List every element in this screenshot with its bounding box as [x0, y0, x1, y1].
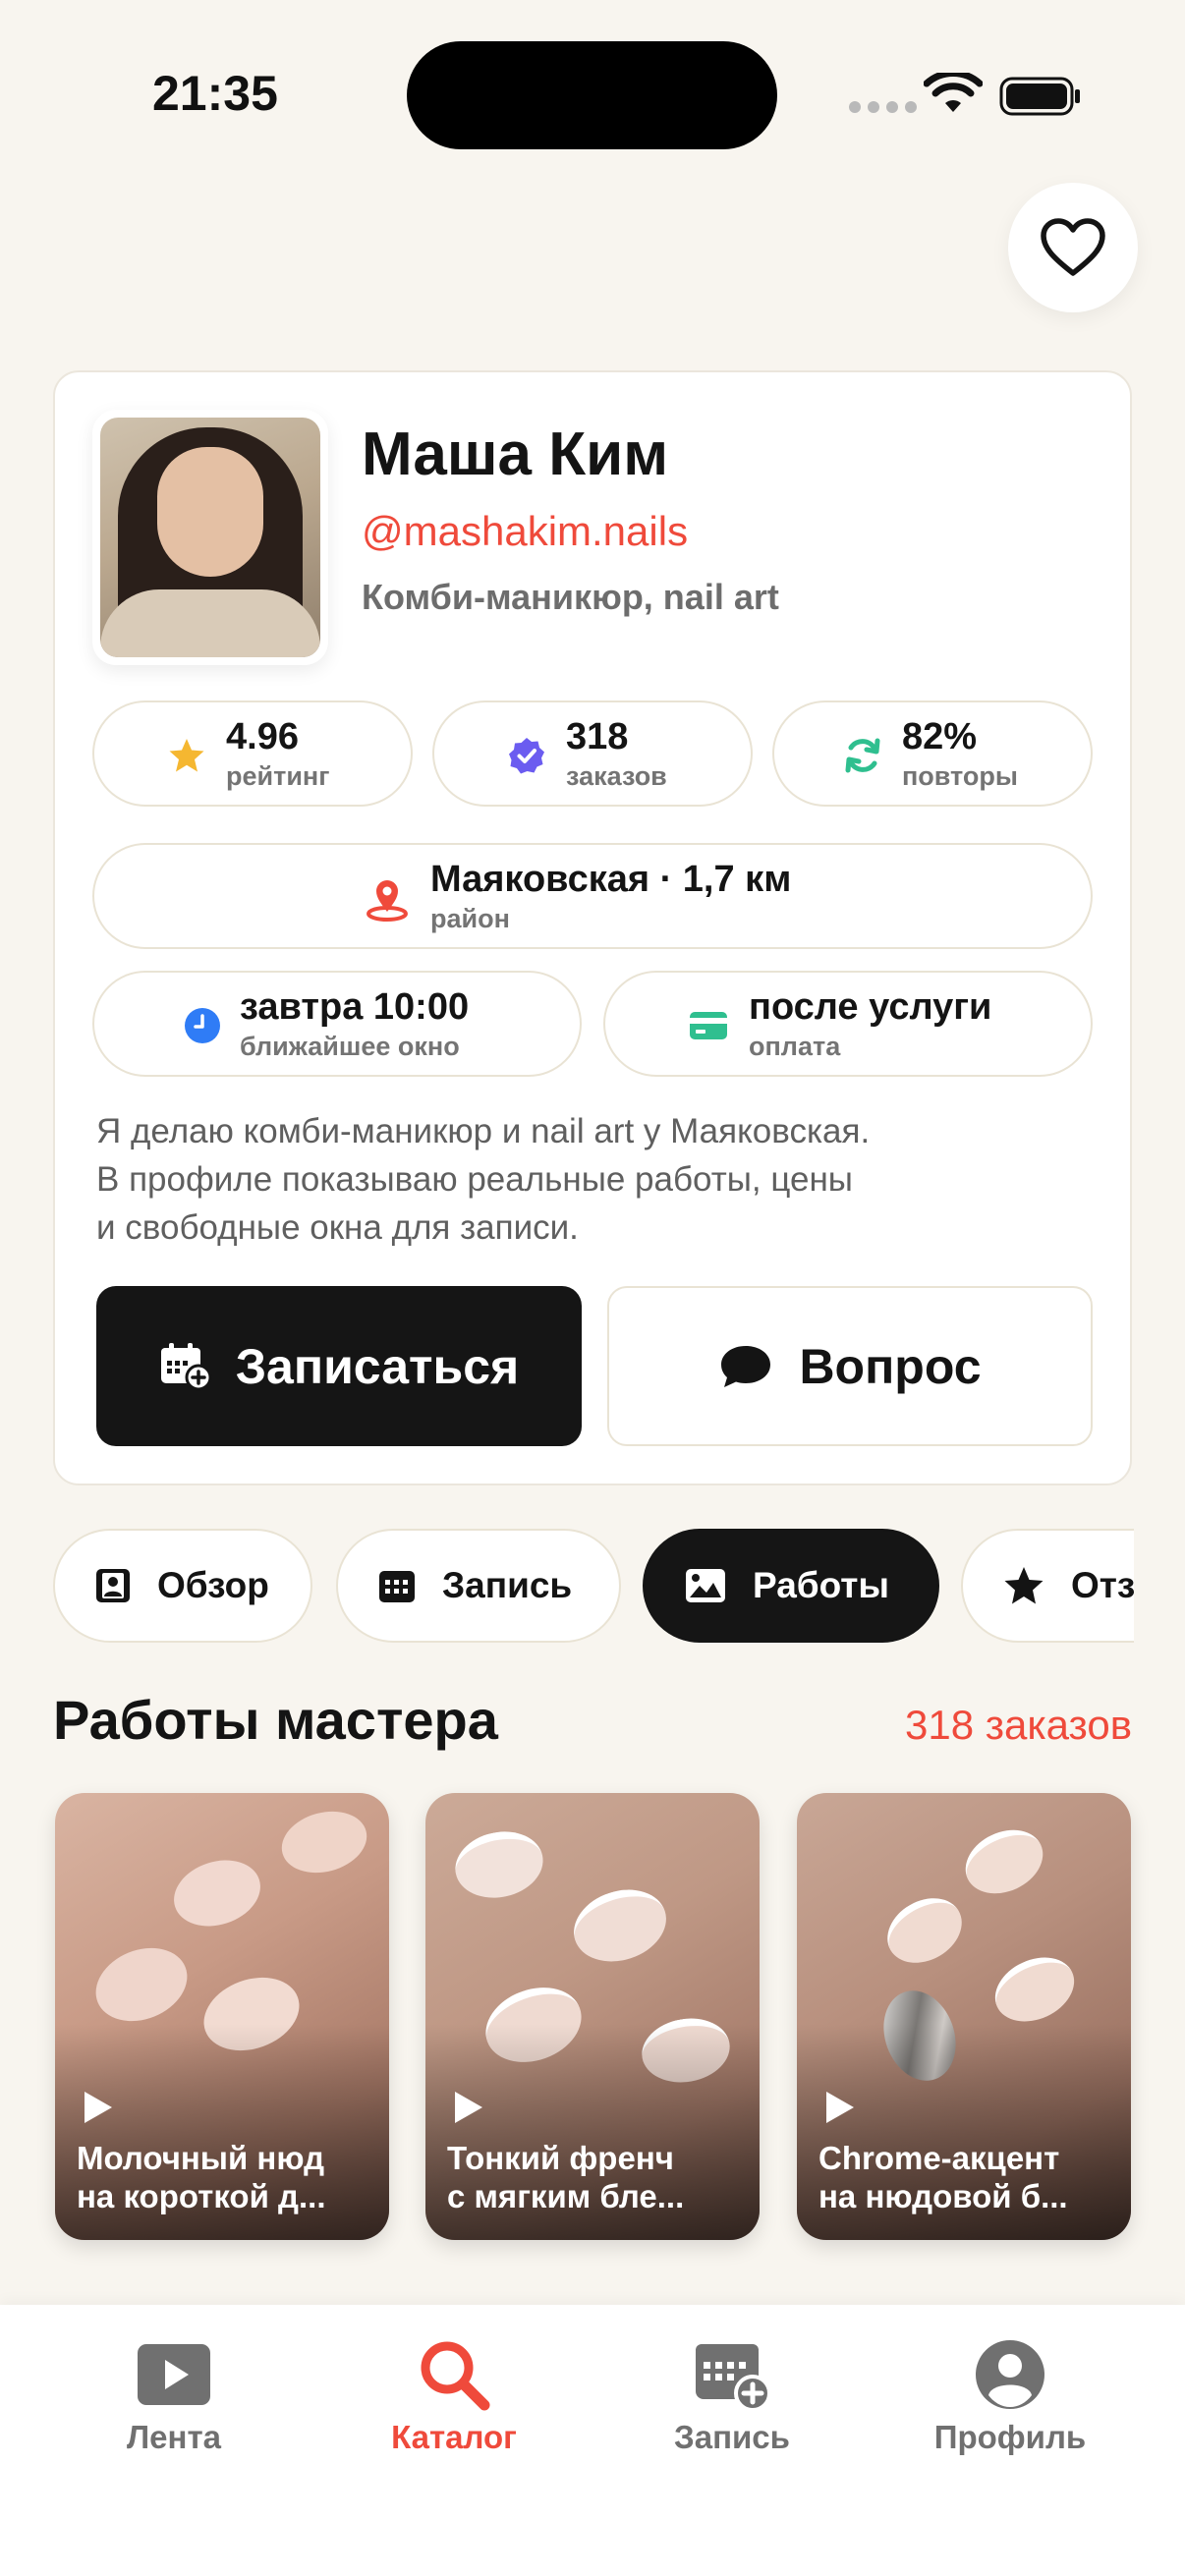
play-icon [455, 2092, 482, 2123]
wifi-icon [924, 73, 983, 112]
work-card-title: Тонкий френч с мягким бле... [447, 2140, 685, 2214]
works-section-title: Работы мастера [53, 1689, 498, 1751]
play-icon [138, 2344, 210, 2405]
tab-label: Запись [442, 1565, 573, 1605]
calendar-add-icon [696, 2344, 771, 2412]
tab-label: Отзывы [1071, 1565, 1134, 1605]
repeat-icon [845, 738, 880, 773]
work-card[interactable]: Молочный нюд на короткой д... [55, 1793, 389, 2240]
play-icon [85, 2092, 112, 2123]
tab-overview[interactable]: Обзор [53, 1529, 312, 1643]
nav-label: Каталог [391, 2419, 517, 2455]
status-bar: 21:35 [0, 0, 1185, 187]
location-pin-icon [367, 880, 408, 922]
book-button-label: Записаться [235, 1338, 520, 1394]
profile-card-icon [96, 1569, 130, 1602]
tab-booking[interactable]: Запись [336, 1529, 621, 1643]
calendar-add-icon [160, 1342, 212, 1390]
section-tabs: Обзор Запись Работы Отзывы [53, 1529, 1134, 1645]
work-card[interactable]: Тонкий френч с мягким бле... [425, 1793, 760, 2240]
calendar-icon [379, 1571, 415, 1602]
image-icon [686, 1569, 725, 1602]
play-icon [826, 2092, 854, 2123]
clock-icon [185, 1008, 220, 1043]
work-card-title: Chrome-акцент на нюдовой б... [818, 2140, 1068, 2214]
location-pill[interactable]: Маяковская · 1,7 км район [92, 843, 1093, 949]
nav-label: Профиль [933, 2419, 1087, 2455]
star-icon [1004, 1567, 1044, 1604]
nav-profile[interactable]: Профиль [897, 2334, 1123, 2492]
orders-caption: заказов [566, 761, 667, 791]
master-bio: Я делаю комби-маникюр и nail art у Маяко… [96, 1107, 1099, 1252]
rating-caption: рейтинг [226, 761, 330, 791]
nav-label: Запись [674, 2419, 790, 2455]
cellular-signal-icon [849, 101, 917, 113]
avatar[interactable] [92, 410, 328, 665]
repeat-stat[interactable]: 82% повторы [772, 700, 1093, 807]
payment-value: после услуги [749, 986, 992, 1028]
avatar-photo [100, 418, 320, 657]
location-value: Маяковская · 1,7 км [430, 859, 792, 900]
favorite-button[interactable] [1008, 183, 1138, 312]
orders-value: 318 [566, 716, 629, 757]
star-icon [169, 739, 204, 772]
battery-icon [999, 77, 1080, 116]
ask-button-label: Вопрос [799, 1338, 982, 1394]
rating-value: 4.96 [226, 716, 299, 757]
master-specialty: Комби-маникюр, nail art [362, 577, 779, 617]
master-handle-link[interactable]: @mashakim.nails [362, 508, 688, 555]
nav-booking[interactable]: Запись [619, 2334, 845, 2492]
dynamic-island [407, 41, 777, 149]
bottom-navigation: Лента Каталог Запись Профиль [0, 2305, 1185, 2576]
master-name: Маша Ким [362, 420, 669, 488]
chat-bubble-icon [721, 1345, 771, 1387]
ask-question-button[interactable]: Вопрос [607, 1286, 1093, 1446]
verified-badge-icon [509, 738, 544, 774]
tab-label: Работы [753, 1565, 890, 1605]
book-button[interactable]: Записаться [96, 1286, 582, 1446]
bio-line: Я делаю комби-маникюр и nail art у Маяко… [96, 1112, 871, 1150]
nearest-slot-pill[interactable]: завтра 10:00 ближайшее окно [92, 971, 582, 1077]
nearest-slot-caption: ближайшее окно [240, 1032, 460, 1061]
location-caption: район [430, 904, 510, 933]
tab-works[interactable]: Работы [643, 1529, 939, 1643]
work-card[interactable]: Chrome-акцент на нюдовой б... [797, 1793, 1131, 2240]
nav-feed[interactable]: Лента [61, 2334, 287, 2492]
status-time: 21:35 [152, 66, 278, 121]
repeat-caption: повторы [902, 761, 1018, 791]
user-icon [976, 2340, 1044, 2409]
master-profile-card: Маша Ким @mashakim.nails Комби-маникюр, … [53, 370, 1132, 1485]
heart-icon [1041, 218, 1105, 276]
tab-label: Обзор [157, 1565, 269, 1605]
bio-line: и свободные окна для записи. [96, 1208, 579, 1247]
payment-caption: оплата [749, 1032, 841, 1061]
repeat-value: 82% [902, 716, 978, 757]
work-card-title: Молочный нюд на короткой д... [77, 2140, 326, 2214]
nearest-slot-value: завтра 10:00 [240, 986, 470, 1028]
works-count-link[interactable]: 318 заказов [905, 1702, 1132, 1749]
search-icon [421, 2341, 490, 2411]
rating-stat[interactable]: 4.96 рейтинг [92, 700, 413, 807]
nav-label: Лента [127, 2419, 221, 2455]
nav-catalog[interactable]: Каталог [341, 2334, 567, 2492]
payment-pill[interactable]: после услуги оплата [603, 971, 1093, 1077]
orders-stat[interactable]: 318 заказов [432, 700, 753, 807]
tab-reviews[interactable]: Отзывы [961, 1529, 1134, 1643]
bio-line: В профиле показываю реальные работы, цен… [96, 1160, 853, 1199]
credit-card-icon [690, 1012, 727, 1039]
